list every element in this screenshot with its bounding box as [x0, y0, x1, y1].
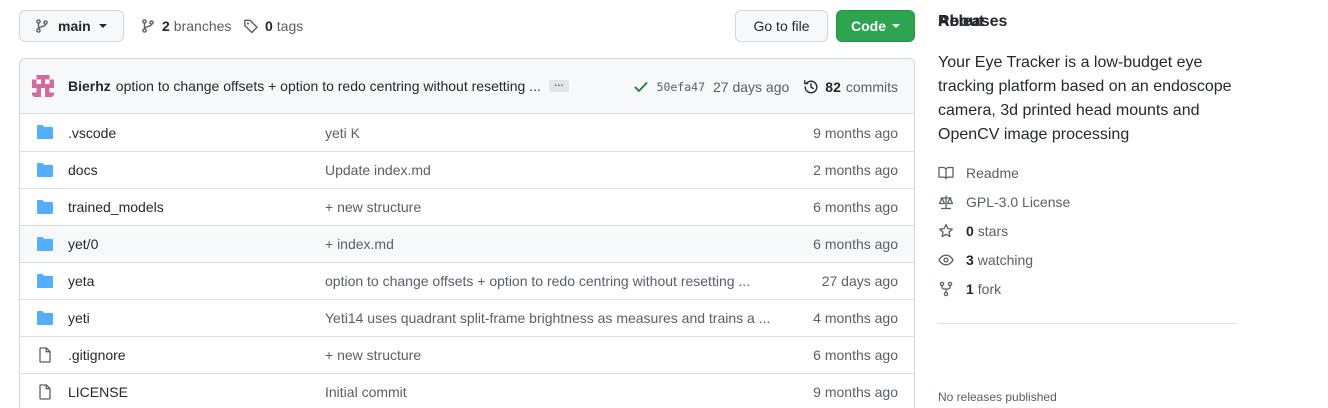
folder-icon	[37, 274, 53, 288]
book-icon	[938, 166, 954, 180]
forks-label: fork	[977, 281, 1002, 297]
go-to-file-button[interactable]: Go to file	[735, 10, 828, 42]
file-age: 27 days ago	[821, 273, 898, 289]
commit-meta: 50efa47 27 days ago 82 commits	[633, 59, 898, 114]
history-icon	[804, 79, 818, 93]
fork-icon	[939, 281, 953, 297]
file-name[interactable]: docs	[68, 162, 98, 178]
file-age: 6 months ago	[813, 236, 898, 252]
license-label: GPL-3.0 License	[966, 194, 1071, 210]
file-icon	[39, 384, 51, 400]
git-branch-icon	[36, 19, 48, 33]
branches-label: branches	[173, 18, 232, 34]
eye-icon	[938, 254, 954, 266]
file-name[interactable]: trained_models	[68, 199, 164, 215]
repo-description: Your Eye Tracker is a low-budget eye tra…	[938, 54, 1232, 143]
file-commit-message[interactable]: + new structure	[325, 199, 770, 215]
chevron-down-icon	[98, 24, 107, 28]
commits-link[interactable]: 82 commits	[803, 79, 898, 95]
watching-count: 3	[966, 252, 974, 268]
folder-icon	[37, 237, 53, 251]
file-age: 6 months ago	[813, 347, 898, 363]
file-name[interactable]: LICENSE	[68, 384, 128, 400]
forks-link[interactable]: 1 fork	[938, 279, 1001, 299]
stars-link[interactable]: 0 stars	[938, 221, 1008, 241]
table-row[interactable]: yet/0 + index.md 6 months ago	[20, 225, 914, 262]
tags-label: tags	[276, 18, 304, 34]
file-commit-message[interactable]: + index.md	[325, 236, 770, 252]
file-commit-message[interactable]: option to change offsets + option to red…	[325, 273, 770, 289]
table-row[interactable]: trained_models + new structure 6 months …	[20, 188, 914, 225]
file-name[interactable]: yet/0	[68, 236, 98, 252]
license-link[interactable]: GPL-3.0 License	[938, 192, 1070, 212]
file-age: 9 months ago	[813, 124, 898, 141]
folder-icon	[37, 163, 53, 177]
star-icon	[939, 223, 953, 238]
stars-count: 0	[966, 223, 974, 239]
divider	[938, 323, 1236, 324]
file-age: 2 months ago	[813, 162, 898, 178]
code-button[interactable]: Code	[836, 10, 915, 42]
tags-count: 0	[265, 18, 273, 34]
table-row[interactable]: docs Update index.md 2 months ago	[20, 151, 914, 188]
table-row[interactable]: LICENSE Initial commit 9 months ago	[20, 373, 914, 408]
file-commit-message[interactable]: Yeti14 uses quadrant split-frame brightn…	[325, 310, 770, 326]
law-icon	[938, 195, 954, 210]
folder-icon	[37, 311, 53, 325]
file-name[interactable]: yeta	[68, 273, 94, 289]
watchers-link[interactable]: 3 watching	[938, 250, 1033, 270]
file-browser: Bierhz option to change offsets + option…	[19, 58, 915, 408]
tag-icon	[244, 19, 258, 34]
repo-toolbar: main 2 branches 0 tags Go to file Code	[19, 10, 915, 42]
file-age: 4 months ago	[813, 310, 898, 326]
table-row[interactable]: yeta option to change offsets + option t…	[20, 262, 914, 299]
readme-label: Readme	[966, 165, 1019, 181]
table-row[interactable]: .vscode yeti K 9 months ago	[20, 114, 914, 151]
commit-age: 27 days ago	[713, 78, 790, 95]
file-list: .vscode yeti K 9 months ago docs Update …	[20, 114, 914, 408]
file-name[interactable]: yeti	[68, 310, 90, 326]
file-icon	[39, 347, 51, 363]
commits-label: commits	[845, 78, 898, 95]
git-branch-icon	[142, 19, 154, 33]
branches-link[interactable]: 2 branches	[140, 10, 231, 42]
commits-count: 82	[825, 78, 841, 95]
tags-link[interactable]: 0 tags	[243, 10, 303, 42]
file-name[interactable]: .gitignore	[68, 347, 126, 363]
file-commit-message[interactable]: + new structure	[325, 347, 770, 363]
stars-label: stars	[977, 223, 1009, 239]
expand-commit-message-button[interactable]: …	[548, 79, 569, 92]
check-icon[interactable]	[633, 79, 649, 95]
releases-title[interactable]: Releases	[938, 13, 1007, 31]
branches-count: 2	[162, 18, 170, 34]
code-button-label: Code	[851, 18, 886, 34]
branch-selector-button[interactable]: main	[19, 10, 124, 42]
table-row[interactable]: .gitignore + new structure 6 months ago	[20, 336, 914, 373]
readme-link[interactable]: Readme	[938, 163, 1019, 183]
commit-message[interactable]: option to change offsets + option to red…	[116, 78, 541, 94]
file-age: 9 months ago	[813, 384, 898, 400]
latest-commit-bar: Bierhz option to change offsets + option…	[20, 59, 914, 114]
chevron-down-icon	[892, 24, 900, 28]
commit-author[interactable]: Bierhz	[68, 78, 111, 94]
file-commit-message[interactable]: yeti K	[325, 125, 770, 141]
commit-sha[interactable]: 50efa47	[657, 80, 705, 94]
no-releases-text: No releases published	[938, 390, 1057, 404]
folder-icon	[37, 125, 53, 139]
folder-icon	[37, 200, 53, 214]
file-age: 6 months ago	[813, 199, 898, 215]
file-commit-message[interactable]: Initial commit	[325, 384, 770, 400]
watching-label: watching	[977, 252, 1034, 268]
forks-count: 1	[966, 281, 974, 297]
table-row[interactable]: yeti Yeti14 uses quadrant split-frame br…	[20, 299, 914, 336]
file-commit-message[interactable]: Update index.md	[325, 162, 770, 178]
file-name[interactable]: .vscode	[68, 125, 116, 141]
avatar[interactable]	[32, 75, 54, 97]
branch-name: main	[58, 18, 91, 34]
